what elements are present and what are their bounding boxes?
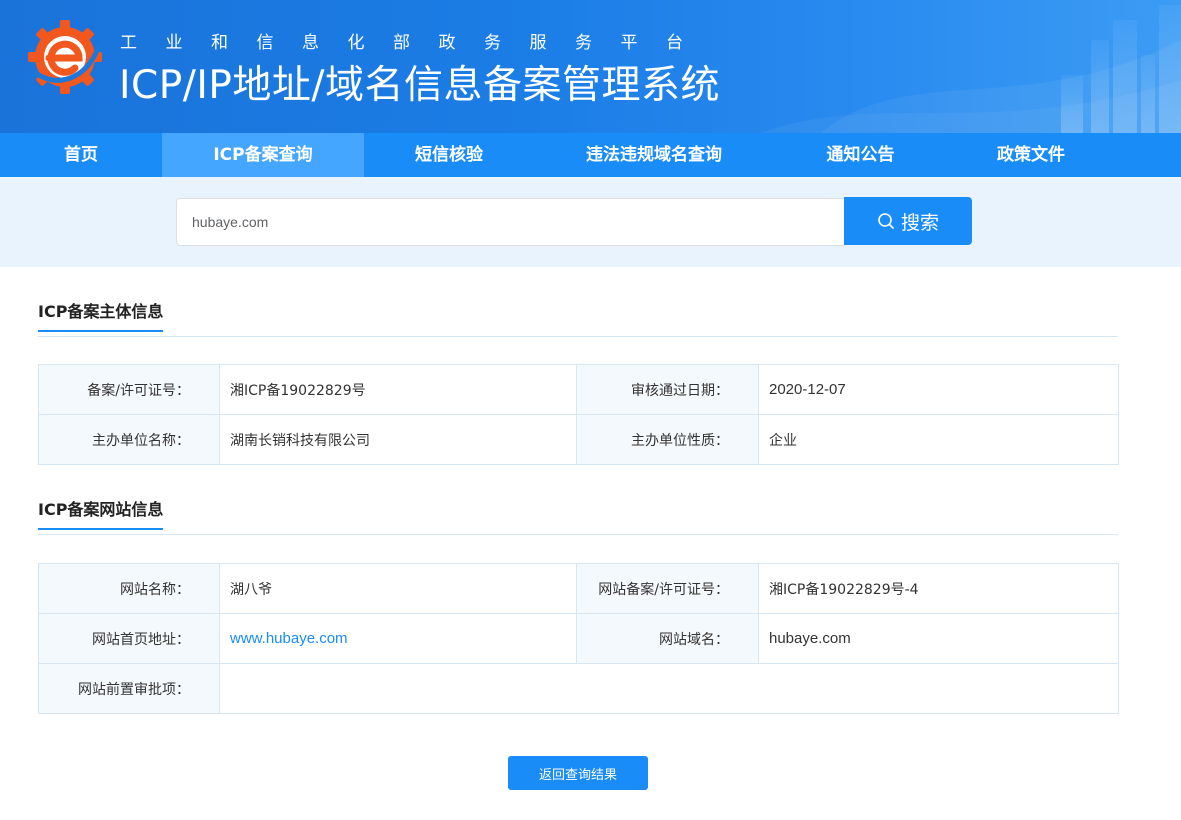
header-decoration	[761, 5, 1181, 133]
homepage-url-link[interactable]: www.hubaye.com	[230, 630, 348, 647]
license-number-label: 备案/许可证号：	[38, 364, 220, 415]
website-section-title: ICP备案网站信息	[38, 499, 164, 530]
table-row: 网站名称： 湖八爷 网站备案/许可证号： 湘ICP备19022829号-4	[38, 563, 1119, 614]
search-button-label: 搜索	[900, 212, 939, 234]
website-license-label: 网站备案/许可证号：	[576, 563, 759, 614]
preapproval-label: 网站前置审批项：	[38, 663, 220, 714]
website-name-value: 湖八爷	[219, 563, 577, 614]
table-row: 网站首页地址： www.hubaye.com 网站域名： hubaye.com	[38, 613, 1119, 664]
back-to-results-button[interactable]: 返回查询结果	[508, 756, 648, 790]
subject-section-header: ICP备案主体信息	[38, 301, 1118, 337]
gear-e-logo-icon	[28, 20, 102, 94]
organizer-type-label: 主办单位性质：	[576, 414, 759, 465]
page-title: ICP/IP地址/域名信息备案管理系统	[119, 63, 721, 108]
header-subtitle: 工业和信息化部政务服务平台	[120, 33, 712, 53]
subject-section-title: ICP备案主体信息	[38, 301, 164, 332]
website-license-value: 湘ICP备19022829号-4	[758, 563, 1119, 614]
homepage-url-label: 网站首页地址：	[38, 613, 220, 664]
organizer-type-value: 企业	[758, 414, 1119, 465]
nav-item-illegal-domain-query[interactable]: 违法违规域名查询	[534, 133, 774, 177]
table-row: 网站前置审批项：	[38, 663, 1119, 714]
website-section-header: ICP备案网站信息	[38, 499, 1118, 535]
domain-value: hubaye.com	[758, 613, 1119, 664]
nav-item-icp-query[interactable]: ICP备案查询	[162, 133, 364, 177]
table-row: 主办单位名称： 湖南长销科技有限公司 主办单位性质： 企业	[38, 414, 1119, 465]
nav-item-policy-docs[interactable]: 政策文件	[947, 133, 1115, 177]
website-name-label: 网站名称：	[38, 563, 220, 614]
organizer-name-label: 主办单位名称：	[38, 414, 220, 465]
approval-date-label: 审核通过日期：	[576, 364, 759, 415]
website-info-table: 网站名称： 湖八爷 网站备案/许可证号： 湘ICP备19022829号-4 网站…	[38, 563, 1119, 714]
site-header: 工业和信息化部政务服务平台 ICP/IP地址/域名信息备案管理系统	[0, 0, 1181, 133]
subject-info-table: 备案/许可证号： 湘ICP备19022829号 审核通过日期： 2020-12-…	[38, 364, 1119, 465]
search-input[interactable]	[176, 198, 845, 246]
approval-date-value: 2020-12-07	[758, 364, 1119, 415]
license-number-value: 湘ICP备19022829号	[219, 364, 577, 415]
search-icon	[878, 213, 894, 229]
homepage-url-cell: www.hubaye.com	[219, 613, 577, 664]
preapproval-value	[219, 663, 1119, 714]
table-row: 备案/许可证号： 湘ICP备19022829号 审核通过日期： 2020-12-…	[38, 364, 1119, 415]
organizer-name-value: 湖南长销科技有限公司	[219, 414, 577, 465]
search-button[interactable]: 搜索	[844, 197, 972, 245]
main-nav: 首页 ICP备案查询 短信核验 违法违规域名查询 通知公告 政策文件	[0, 133, 1181, 177]
search-area: 搜索	[0, 177, 1181, 267]
domain-label: 网站域名：	[576, 613, 759, 664]
nav-item-home[interactable]: 首页	[0, 133, 162, 177]
nav-item-notices[interactable]: 通知公告	[774, 133, 947, 177]
nav-item-sms-verify[interactable]: 短信核验	[364, 133, 534, 177]
